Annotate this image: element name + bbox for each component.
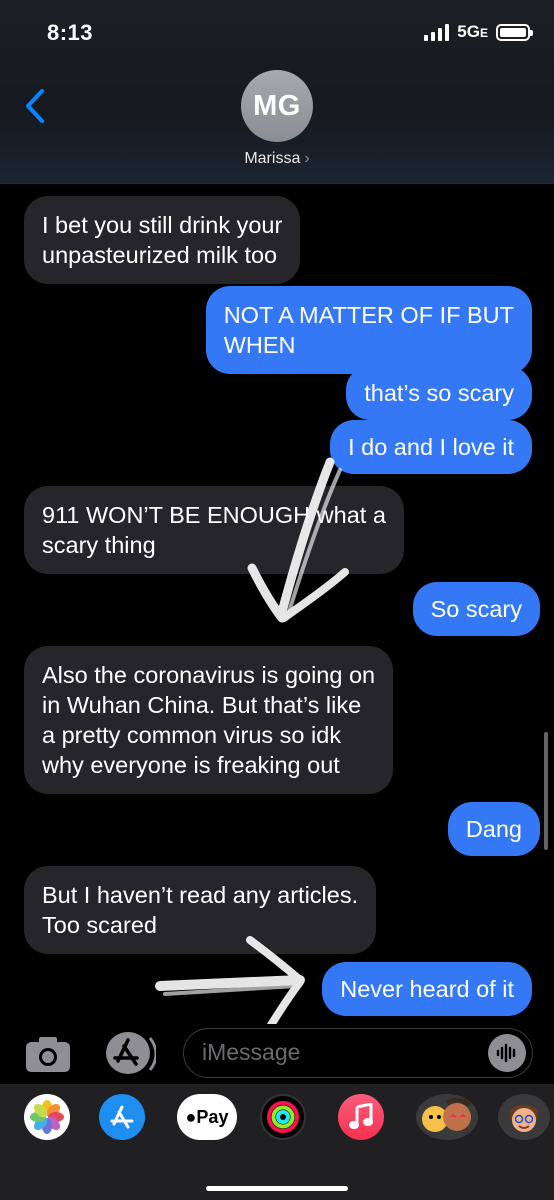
apple-logo-icon: ● bbox=[185, 1106, 197, 1127]
message-bubble-incoming[interactable]: But I haven’t read any articles. Too sca… bbox=[24, 866, 377, 954]
camera-icon[interactable] bbox=[24, 1034, 72, 1074]
cellular-signal-icon bbox=[424, 23, 450, 41]
scrollbar[interactable] bbox=[544, 732, 548, 850]
message-bubble-outgoing[interactable]: Never heard of it bbox=[322, 962, 532, 1016]
conversation-header: 8:13 5GE MG Marissa › bbox=[0, 0, 554, 184]
message-text: But I haven’t read any articles. bbox=[42, 882, 359, 908]
message-text: Dang bbox=[465, 816, 522, 842]
chevron-right-icon: › bbox=[304, 150, 310, 167]
app-store-app-icon[interactable] bbox=[99, 1094, 145, 1140]
message-bubble-incoming[interactable]: 911 WON’T BE ENOUGH what a scary thing bbox=[24, 486, 404, 574]
message-bubble-outgoing[interactable]: I do and I love it bbox=[330, 420, 532, 474]
message-text: I bet you still drink your bbox=[42, 212, 283, 238]
message-text: NOT A MATTER OF IF BUT bbox=[223, 302, 514, 328]
back-chevron-icon[interactable] bbox=[22, 88, 50, 124]
message-text: that’s so scary bbox=[364, 380, 514, 406]
music-note-icon bbox=[349, 1103, 373, 1129]
status-indicators: 5GE bbox=[424, 22, 533, 42]
message-text: I do and I love it bbox=[348, 434, 514, 460]
memoji-face-icon bbox=[510, 1105, 538, 1132]
animoji-app-icon[interactable] bbox=[416, 1094, 478, 1140]
message-input-field[interactable] bbox=[183, 1028, 533, 1078]
message-text: unpasteurized milk too bbox=[42, 242, 278, 268]
music-app-icon[interactable] bbox=[338, 1094, 384, 1140]
app-store-icon[interactable] bbox=[104, 1030, 156, 1076]
activity-rings-icon bbox=[267, 1101, 299, 1133]
home-indicator[interactable] bbox=[206, 1186, 348, 1191]
message-text: So scary bbox=[430, 596, 522, 622]
photos-app-icon[interactable] bbox=[24, 1094, 70, 1140]
memoji-app-icon[interactable] bbox=[498, 1094, 550, 1140]
audio-message-icon[interactable] bbox=[488, 1034, 526, 1072]
app-store-a-icon bbox=[110, 1105, 134, 1129]
apple-pay-app-icon[interactable]: ● Pay bbox=[177, 1094, 237, 1140]
message-bubble-outgoing[interactable]: So scary bbox=[412, 582, 540, 636]
contact-name-button[interactable]: Marissa › bbox=[0, 150, 554, 168]
message-bubble-outgoing[interactable]: Dang bbox=[447, 802, 540, 856]
message-bubble-outgoing[interactable]: NOT A MATTER OF IF BUT WHEN bbox=[205, 286, 532, 374]
message-text: a pretty common virus so idk bbox=[42, 722, 342, 748]
message-text: 911 WON’T BE ENOUGH what a bbox=[42, 502, 386, 528]
activity-app-icon[interactable] bbox=[260, 1094, 306, 1140]
message-text: in Wuhan China. But that’s like bbox=[42, 692, 362, 718]
message-input[interactable] bbox=[202, 1039, 462, 1066]
message-text: why everyone is freaking out bbox=[42, 752, 340, 778]
message-text: Also the coronavirus is going on bbox=[42, 662, 376, 688]
message-text: scary thing bbox=[42, 532, 156, 558]
waveform-icon bbox=[496, 1043, 516, 1063]
battery-icon bbox=[496, 23, 533, 41]
status-time: 8:13 bbox=[47, 20, 94, 45]
message-text: Too scared bbox=[42, 912, 157, 938]
imessage-app-drawer: ● Pay bbox=[0, 1084, 554, 1200]
message-bubble-incoming[interactable]: Also the coronavirus is going on in Wuha… bbox=[24, 646, 394, 794]
message-text: Never heard of it bbox=[340, 976, 514, 1002]
contact-name: Marissa bbox=[244, 150, 301, 167]
network-type: 5GE bbox=[457, 22, 488, 41]
message-thread[interactable]: I bet you still drink your unpasteurized… bbox=[0, 184, 554, 1024]
photos-flower-icon bbox=[30, 1100, 64, 1134]
apple-pay-label: Pay bbox=[196, 1106, 229, 1127]
contact-avatar[interactable]: MG bbox=[241, 70, 313, 142]
message-bubble-outgoing[interactable]: that’s so scary bbox=[346, 366, 532, 420]
compose-bar bbox=[0, 1024, 554, 1084]
message-text: WHEN bbox=[223, 332, 296, 358]
message-bubble-incoming[interactable]: I bet you still drink your unpasteurized… bbox=[24, 196, 301, 284]
animoji-faces-icon bbox=[422, 1097, 471, 1132]
